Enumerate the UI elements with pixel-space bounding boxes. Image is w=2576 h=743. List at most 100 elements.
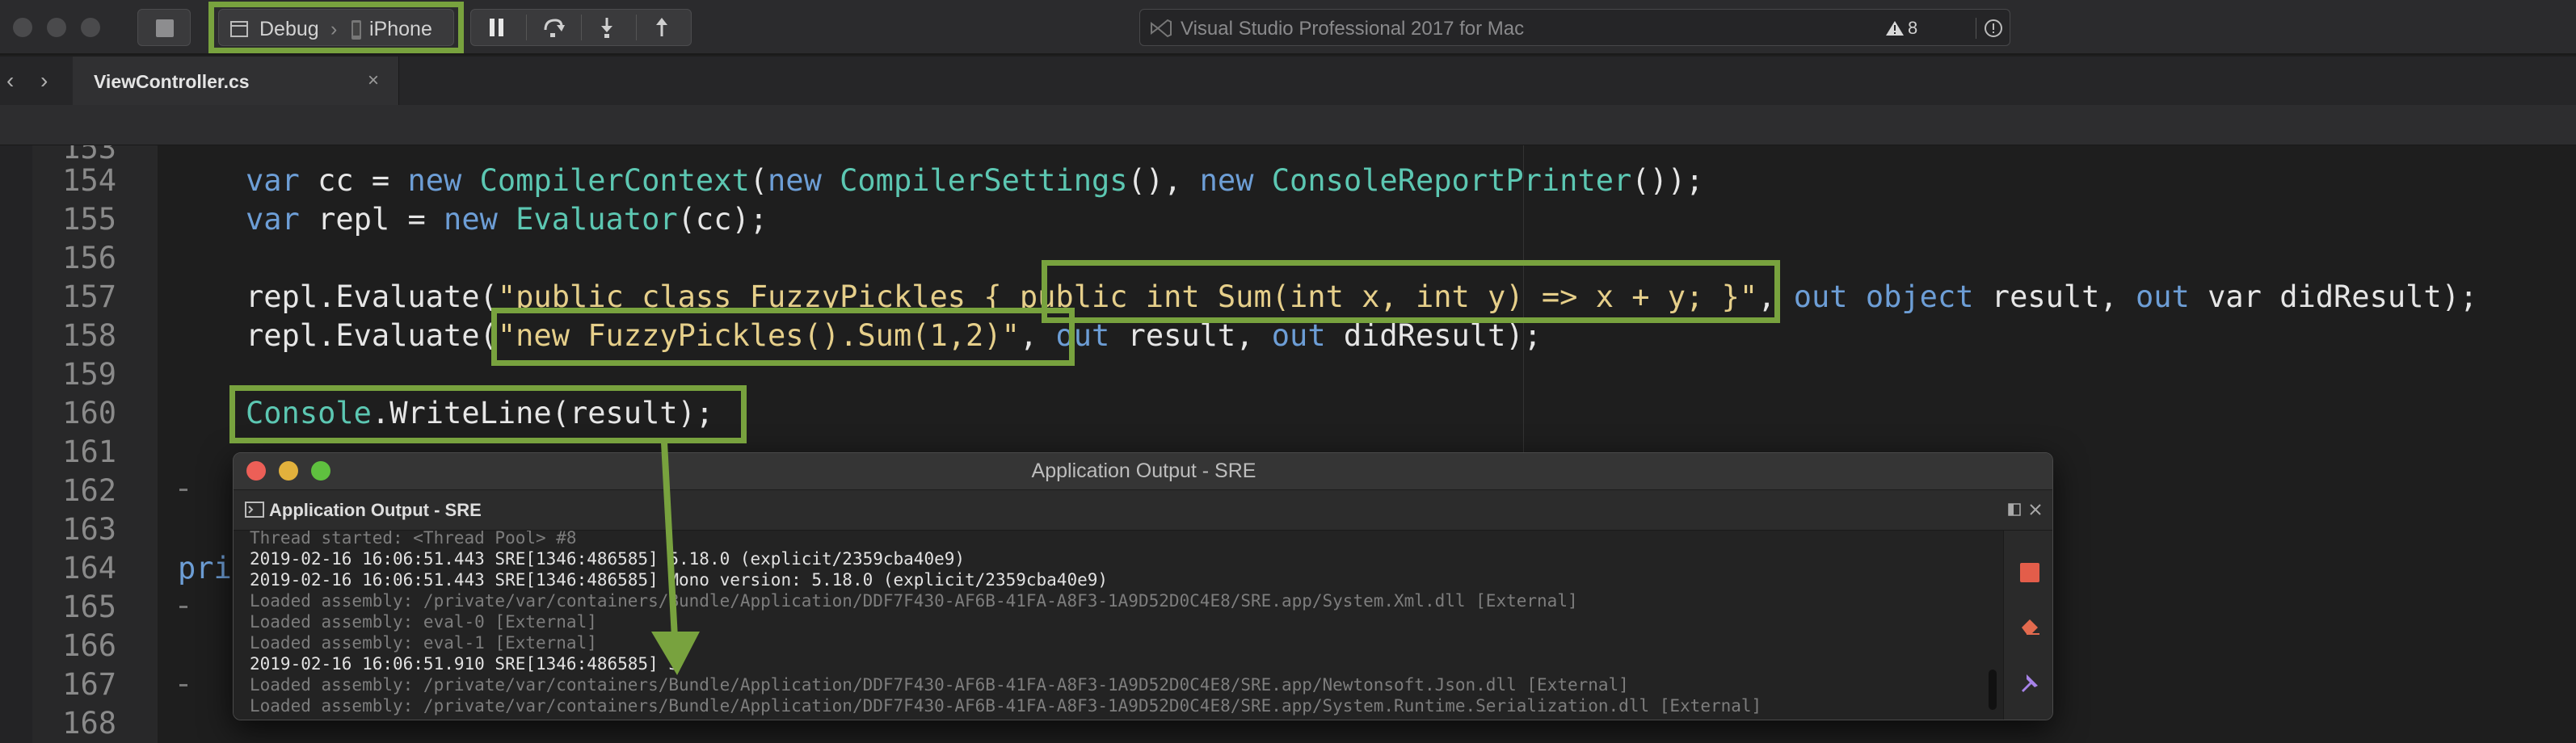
clear-icon[interactable]	[2018, 616, 2041, 636]
close-icon[interactable]	[2029, 503, 2042, 516]
line-number: 168	[62, 706, 116, 741]
keyword: new	[407, 163, 462, 198]
window-icon	[230, 21, 248, 37]
vs-logo-icon	[1151, 19, 1172, 38]
pin-icon[interactable]	[2018, 671, 2041, 694]
line-number: 155	[62, 202, 116, 237]
tab-viewcontroller[interactable]: ViewController.cs ×	[73, 57, 399, 105]
log-line: Thread started: <Thread Pool> #8	[250, 531, 577, 548]
code-text: result,	[1109, 318, 1272, 353]
stop-icon	[156, 19, 174, 37]
code-text: (cc);	[677, 202, 768, 237]
expand-icon[interactable]	[2008, 503, 2021, 516]
tab-label[interactable]: ViewController.cs	[94, 71, 250, 93]
editor-navigation-bar	[0, 105, 2576, 145]
code-text: result,	[1973, 279, 2136, 314]
document-tab-bar: ‹ › ViewController.cs ×	[0, 57, 2576, 105]
keyword: var	[246, 163, 300, 198]
type-name: CompilerSettings	[840, 163, 1128, 198]
type-name: ConsoleReportPrinter	[1271, 163, 1632, 198]
window-close-button[interactable]	[13, 18, 32, 37]
step-into-button[interactable]	[581, 10, 636, 45]
fold-marker[interactable]	[179, 489, 187, 491]
warning-count[interactable]: 8	[1908, 18, 1917, 39]
fold-marker[interactable]	[179, 684, 187, 686]
line-number: 163	[62, 512, 116, 547]
line-number: 162	[62, 473, 116, 508]
warning-icon[interactable]	[1885, 20, 1905, 36]
code-text: repl.Evaluate(	[246, 279, 498, 314]
tab-close-button[interactable]: ×	[368, 69, 379, 92]
stop-icon[interactable]	[2020, 563, 2039, 582]
code-line-154[interactable]: var cc = new CompilerContext(new Compile…	[246, 163, 1703, 198]
keyword: new	[444, 202, 498, 237]
code-text: didResult);	[1325, 318, 1542, 353]
type-name: Evaluator	[516, 202, 678, 237]
output-pad-label: Application Output - SRE	[269, 500, 482, 520]
log-line: Loaded assembly: /private/var/containers…	[250, 675, 1629, 695]
line-number: 157	[62, 279, 116, 314]
code-line-157[interactable]: repl.Evaluate("public class FuzzyPickles…	[246, 279, 2477, 314]
log-line: 2019-02-16 16:06:51.910 SRE[1346:486585]…	[250, 654, 680, 674]
code-text: ());	[1631, 163, 1704, 198]
log-line: Loaded assembly: /private/var/containers…	[250, 591, 1578, 611]
keyword: out	[1793, 279, 1848, 314]
line-number: 167	[62, 667, 116, 702]
output-scrollbar[interactable]	[1989, 670, 1997, 710]
configuration-selector[interactable]: Debug › iPhone	[218, 9, 454, 46]
fold-marker[interactable]	[179, 606, 187, 608]
code-text: ,	[1757, 279, 1794, 314]
info-icon[interactable]	[1984, 19, 2003, 38]
keyword: object	[1865, 279, 1974, 314]
window-zoom-button[interactable]	[81, 18, 100, 37]
code-line-155[interactable]: var repl = new Evaluator(cc);	[246, 202, 768, 237]
device-label[interactable]: iPhone	[369, 18, 432, 41]
pause-button[interactable]	[471, 10, 526, 45]
output-window-titlebar[interactable]: Application Output - SRE	[234, 453, 2052, 490]
log-line: Loaded assembly: eval-1 [External]	[250, 633, 597, 653]
step-into-icon	[601, 18, 612, 38]
keyword: out	[1271, 318, 1326, 353]
line-number: 159	[62, 357, 116, 392]
code-text: ,	[1019, 318, 1056, 353]
line-number: 166	[62, 628, 116, 663]
line-number: 160	[62, 396, 116, 430]
application-output-window[interactable]: Application Output - SRE Application Out…	[233, 452, 2053, 720]
main-toolbar: Debug › iPhone Visual Studio Professiona…	[0, 0, 2576, 55]
line-number: 161	[62, 434, 116, 469]
code-line-158[interactable]: repl.Evaluate("new FuzzyPickles().Sum(1,…	[246, 318, 1542, 353]
line-number: 154	[62, 163, 116, 198]
code-text: .WriteLine(result);	[371, 396, 714, 430]
keyword: out	[1055, 318, 1110, 353]
step-out-icon	[656, 18, 667, 36]
pause-icon	[490, 19, 503, 36]
keyword: out	[2136, 279, 2190, 314]
breadcrumb-separator: ›	[330, 18, 338, 40]
code-text: repl.Evaluate(	[246, 318, 498, 353]
output-log[interactable]: Thread started: <Thread Pool> #8 2019-02…	[234, 531, 2003, 720]
window-minimize-button[interactable]	[47, 18, 66, 37]
configuration-label[interactable]: Debug	[259, 18, 319, 41]
status-bar: Visual Studio Professional 2017 for Mac …	[1139, 9, 2010, 46]
log-line: Loaded assembly: /private/var/containers…	[250, 696, 1762, 716]
output-side-toolbar	[2003, 531, 2052, 720]
step-out-button[interactable]	[636, 10, 691, 45]
nav-back-button[interactable]: ‹	[6, 68, 14, 94]
code-line-160[interactable]: Console.WriteLine(result);	[246, 396, 713, 430]
terminal-icon	[245, 502, 264, 518]
code-text: (),	[1127, 163, 1200, 198]
keyword: new	[768, 163, 822, 198]
nav-forward-button[interactable]: ›	[40, 68, 48, 94]
log-line: Loaded assembly: eval-0 [External]	[250, 612, 597, 632]
stop-button[interactable]	[137, 9, 191, 46]
string-literal: "public class FuzzyPickles { public int …	[497, 279, 1758, 314]
code-text: var didResult);	[2189, 279, 2478, 314]
step-over-button[interactable]	[526, 10, 581, 45]
line-number: 156	[62, 241, 116, 275]
step-over-icon	[544, 19, 565, 37]
output-pad-header: Application Output - SRE	[234, 490, 2052, 531]
